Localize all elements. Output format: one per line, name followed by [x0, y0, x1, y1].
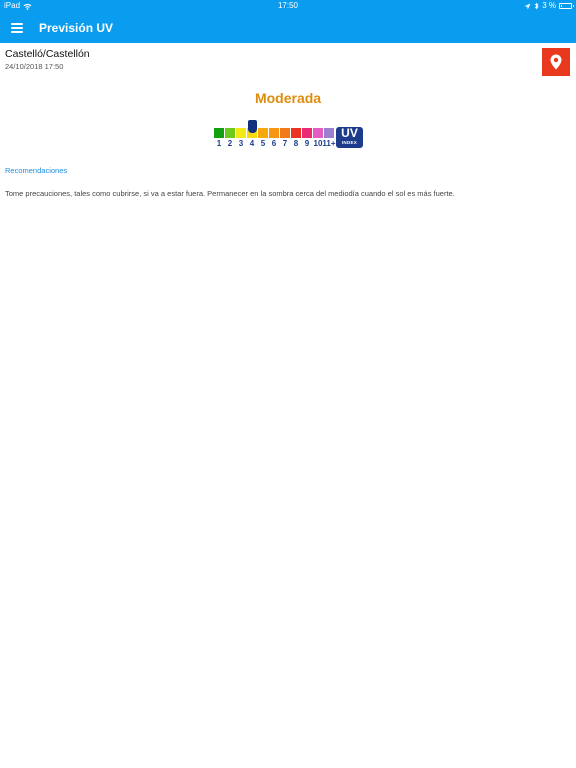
status-bar: iPad 17:50 3 % [0, 0, 576, 12]
uv-scale-cell [225, 128, 235, 138]
uv-index-scale: UV INDEX 1 2 3 4 5 6 7 8 9 10 11+ [214, 118, 366, 152]
uv-scale-cell [236, 128, 246, 138]
location-datetime: 24/10/2018 17:50 [5, 62, 64, 71]
uv-scale-cell [280, 128, 290, 138]
uv-scale-cell [324, 128, 334, 138]
location-block: Castelló/Castellón 24/10/2018 17:50 [5, 48, 90, 71]
recommendations-text: Tome precauciones, tales como cubrirse, … [5, 189, 455, 198]
uv-scale-cell [269, 128, 279, 138]
hamburger-menu-icon[interactable] [11, 18, 35, 38]
location-button[interactable] [542, 48, 570, 76]
uv-scale-cell [313, 128, 323, 138]
battery-percent: 3 % [542, 1, 556, 10]
uv-scale-cell [258, 128, 268, 138]
recommendations-link[interactable]: Recomendaciones [5, 166, 67, 175]
uv-scale-cell [291, 128, 301, 138]
uv-scale-cell [302, 128, 312, 138]
battery-icon [559, 3, 574, 9]
uv-current-marker [247, 120, 257, 133]
location-name: Castelló/Castellón [5, 48, 90, 60]
uv-level-label: Moderada [254, 90, 322, 106]
status-time: 17:50 [277, 1, 299, 10]
app-title: Previsión UV [39, 20, 114, 35]
bluetooth-icon [534, 2, 539, 10]
uv-index-badge: UV INDEX [336, 127, 363, 148]
uv-index-badge-main: UV [341, 126, 358, 140]
app-bar: Previsión UV [0, 12, 576, 43]
uv-scale-cell [214, 128, 224, 138]
status-right: 3 % [524, 0, 574, 12]
location-arrow-icon [524, 3, 531, 9]
uv-scale-label: 11+ [322, 139, 336, 148]
uv-index-badge-sub: INDEX [341, 140, 358, 145]
map-pin-icon [550, 54, 562, 70]
